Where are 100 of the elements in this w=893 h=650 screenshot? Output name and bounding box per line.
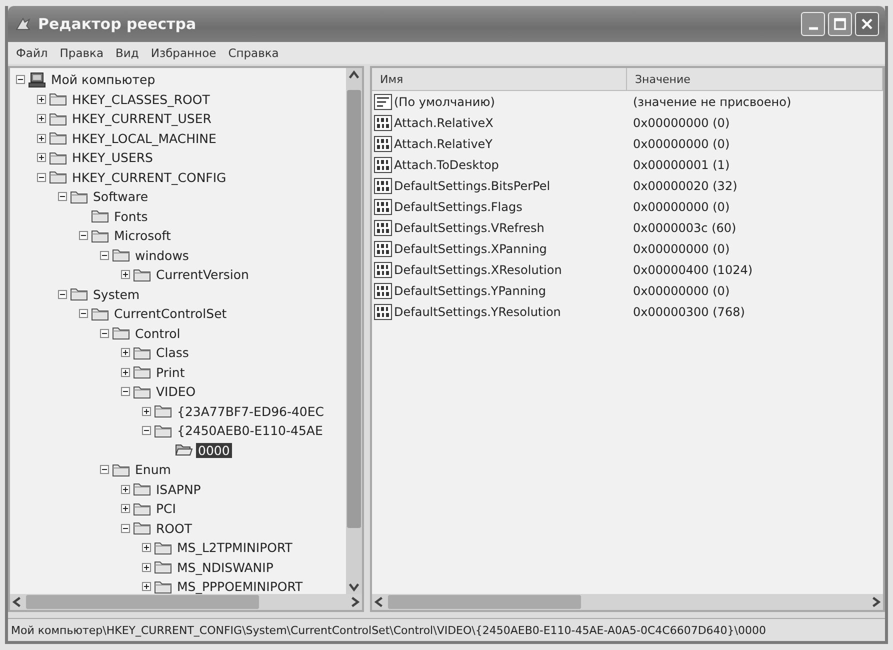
tree-item[interactable]: CurrentVersion <box>154 267 251 282</box>
tree-item[interactable]: MS_NDISWANIP <box>175 560 276 575</box>
expand-icon[interactable] <box>121 348 130 358</box>
menu-item[interactable]: Вид <box>110 46 145 60</box>
value-name[interactable]: Attach.RelativeY <box>394 136 493 150</box>
expand-icon[interactable] <box>142 543 151 552</box>
collapse-icon[interactable] <box>100 250 109 260</box>
folder-icon <box>154 403 172 420</box>
expand-icon[interactable] <box>142 562 151 572</box>
value-name[interactable]: DefaultSettings.XResolution <box>394 262 562 276</box>
value-name[interactable]: Attach.ToDesktop <box>394 158 499 172</box>
minimize-icon <box>808 26 818 30</box>
tree-item[interactable]: windows <box>133 248 191 263</box>
collapse-icon[interactable] <box>79 231 88 240</box>
expand-icon[interactable] <box>142 406 151 416</box>
maximize-button[interactable] <box>828 12 852 36</box>
tree-item[interactable]: HKEY_CURRENT_CONFIG <box>70 170 228 185</box>
tree-item[interactable]: MS_PPPOEMINIPORT <box>175 579 305 594</box>
tree-item[interactable]: Software <box>91 189 150 204</box>
collapse-icon[interactable] <box>121 387 130 396</box>
folder-icon <box>154 578 172 594</box>
tree-item[interactable]: {2450AEB0-E110-45AE <box>175 423 325 438</box>
tree-item[interactable]: VIDEO <box>154 384 198 400</box>
collapse-icon[interactable] <box>58 290 67 299</box>
value-name[interactable]: DefaultSettings.BitsPerPel <box>394 178 550 192</box>
tree-item[interactable]: Мой компьютер <box>49 72 158 88</box>
expand-icon[interactable] <box>121 270 130 280</box>
folder-icon <box>133 481 151 498</box>
status-bar: Мой компьютер\HKEY_CURRENT_CONFIG\System\CurrentControlSet\Control\VIDEO\{2450AEB0-E110-45AE-A0A5-0C4C6607D640}\0000 <box>8 618 885 641</box>
collapse-icon[interactable] <box>121 524 130 533</box>
expand-icon[interactable] <box>37 94 46 104</box>
minimize-button[interactable] <box>801 12 825 36</box>
value-name[interactable]: DefaultSettings.YPanning <box>394 284 546 298</box>
collapse-icon[interactable] <box>58 192 67 202</box>
value-name[interactable]: (По умолчанию) <box>394 94 495 108</box>
folder-icon <box>133 384 151 400</box>
tree-item[interactable]: System <box>91 286 142 302</box>
column-header[interactable]: Имя <box>372 68 627 90</box>
scrollbar-thumb[interactable] <box>388 595 582 609</box>
collapse-icon[interactable] <box>100 328 109 338</box>
tree-item[interactable]: 0000 <box>196 442 232 458</box>
expand-icon[interactable] <box>142 582 151 592</box>
folder-icon <box>49 91 67 108</box>
tree-item[interactable]: HKEY_USERS <box>70 150 155 166</box>
menu-item[interactable]: Правка <box>54 46 110 60</box>
menu-item[interactable]: Справка <box>222 46 285 60</box>
tree-item[interactable]: Control <box>133 326 182 341</box>
value-name[interactable]: Attach.RelativeX <box>394 116 494 130</box>
tree-item[interactable]: ROOT <box>154 520 194 536</box>
collapse-icon[interactable] <box>16 75 25 84</box>
value-name[interactable]: DefaultSettings.YResolution <box>394 304 561 318</box>
tree-item[interactable]: Fonts <box>112 208 150 224</box>
value-name[interactable]: DefaultSettings.VRefresh <box>394 220 544 234</box>
value-data: 0x00000001 (1) <box>633 158 730 172</box>
value-data: 0x00000300 (768) <box>633 304 745 318</box>
tree-item[interactable]: Microsoft <box>112 228 173 244</box>
expand-icon[interactable] <box>121 368 130 377</box>
folder-icon <box>133 500 151 517</box>
horizontal-scrollbar[interactable] <box>372 594 883 610</box>
scrollbar-thumb[interactable] <box>26 595 260 609</box>
tree-item[interactable]: PCI <box>154 501 178 516</box>
tree-item[interactable]: HKEY_CLASSES_ROOT <box>70 92 212 107</box>
tree-item[interactable]: HKEY_CURRENT_USER <box>70 111 214 126</box>
tree-item[interactable]: HKEY_LOCAL_MACHINE <box>70 130 218 146</box>
tree-item[interactable]: CurrentControlSet <box>112 306 229 322</box>
collapse-icon[interactable] <box>142 426 151 436</box>
value-name[interactable]: DefaultSettings.XPanning <box>394 242 547 256</box>
tree-item[interactable]: {23A77BF7-ED96-40EC <box>175 404 326 419</box>
value-name[interactable]: DefaultSettings.Flags <box>394 200 522 214</box>
collapse-icon[interactable] <box>37 172 46 182</box>
folder-icon <box>70 188 88 205</box>
value-data: 0x00000000 (0) <box>633 116 730 130</box>
scrollbar-thumb[interactable] <box>347 90 361 528</box>
column-header[interactable]: Значение <box>627 68 883 90</box>
binary-value-icon <box>374 136 392 152</box>
binary-value-icon <box>374 178 392 194</box>
tree-item[interactable]: Enum <box>133 462 173 478</box>
menu-item[interactable]: Избранное <box>144 46 222 60</box>
horizontal-scrollbar[interactable] <box>10 594 362 610</box>
tree-item[interactable]: Print <box>154 364 187 380</box>
folder-icon <box>49 110 67 127</box>
expand-icon[interactable] <box>37 134 46 143</box>
folder-icon <box>154 559 172 576</box>
value-data: (значение не присвоено) <box>633 94 792 108</box>
menu-item[interactable]: Файл <box>10 46 54 60</box>
tree-item[interactable]: ISAPNP <box>154 482 203 497</box>
close-button[interactable] <box>855 12 879 36</box>
expand-icon[interactable] <box>121 504 130 514</box>
collapse-icon[interactable] <box>100 465 109 474</box>
value-data: 0x0000003c (60) <box>633 220 736 234</box>
value-data: 0x00000000 (0) <box>633 136 730 150</box>
expand-icon[interactable] <box>37 114 46 124</box>
tree-item[interactable]: Class <box>154 345 191 360</box>
tree-item[interactable]: MS_L2TPMINIPORT <box>175 540 294 556</box>
expand-icon[interactable] <box>121 484 130 494</box>
value-data: 0x00000400 (1024) <box>633 262 753 276</box>
expand-icon[interactable] <box>37 153 46 162</box>
collapse-icon[interactable] <box>79 309 88 318</box>
vertical-scrollbar[interactable] <box>346 68 362 594</box>
computer-icon <box>28 72 46 88</box>
